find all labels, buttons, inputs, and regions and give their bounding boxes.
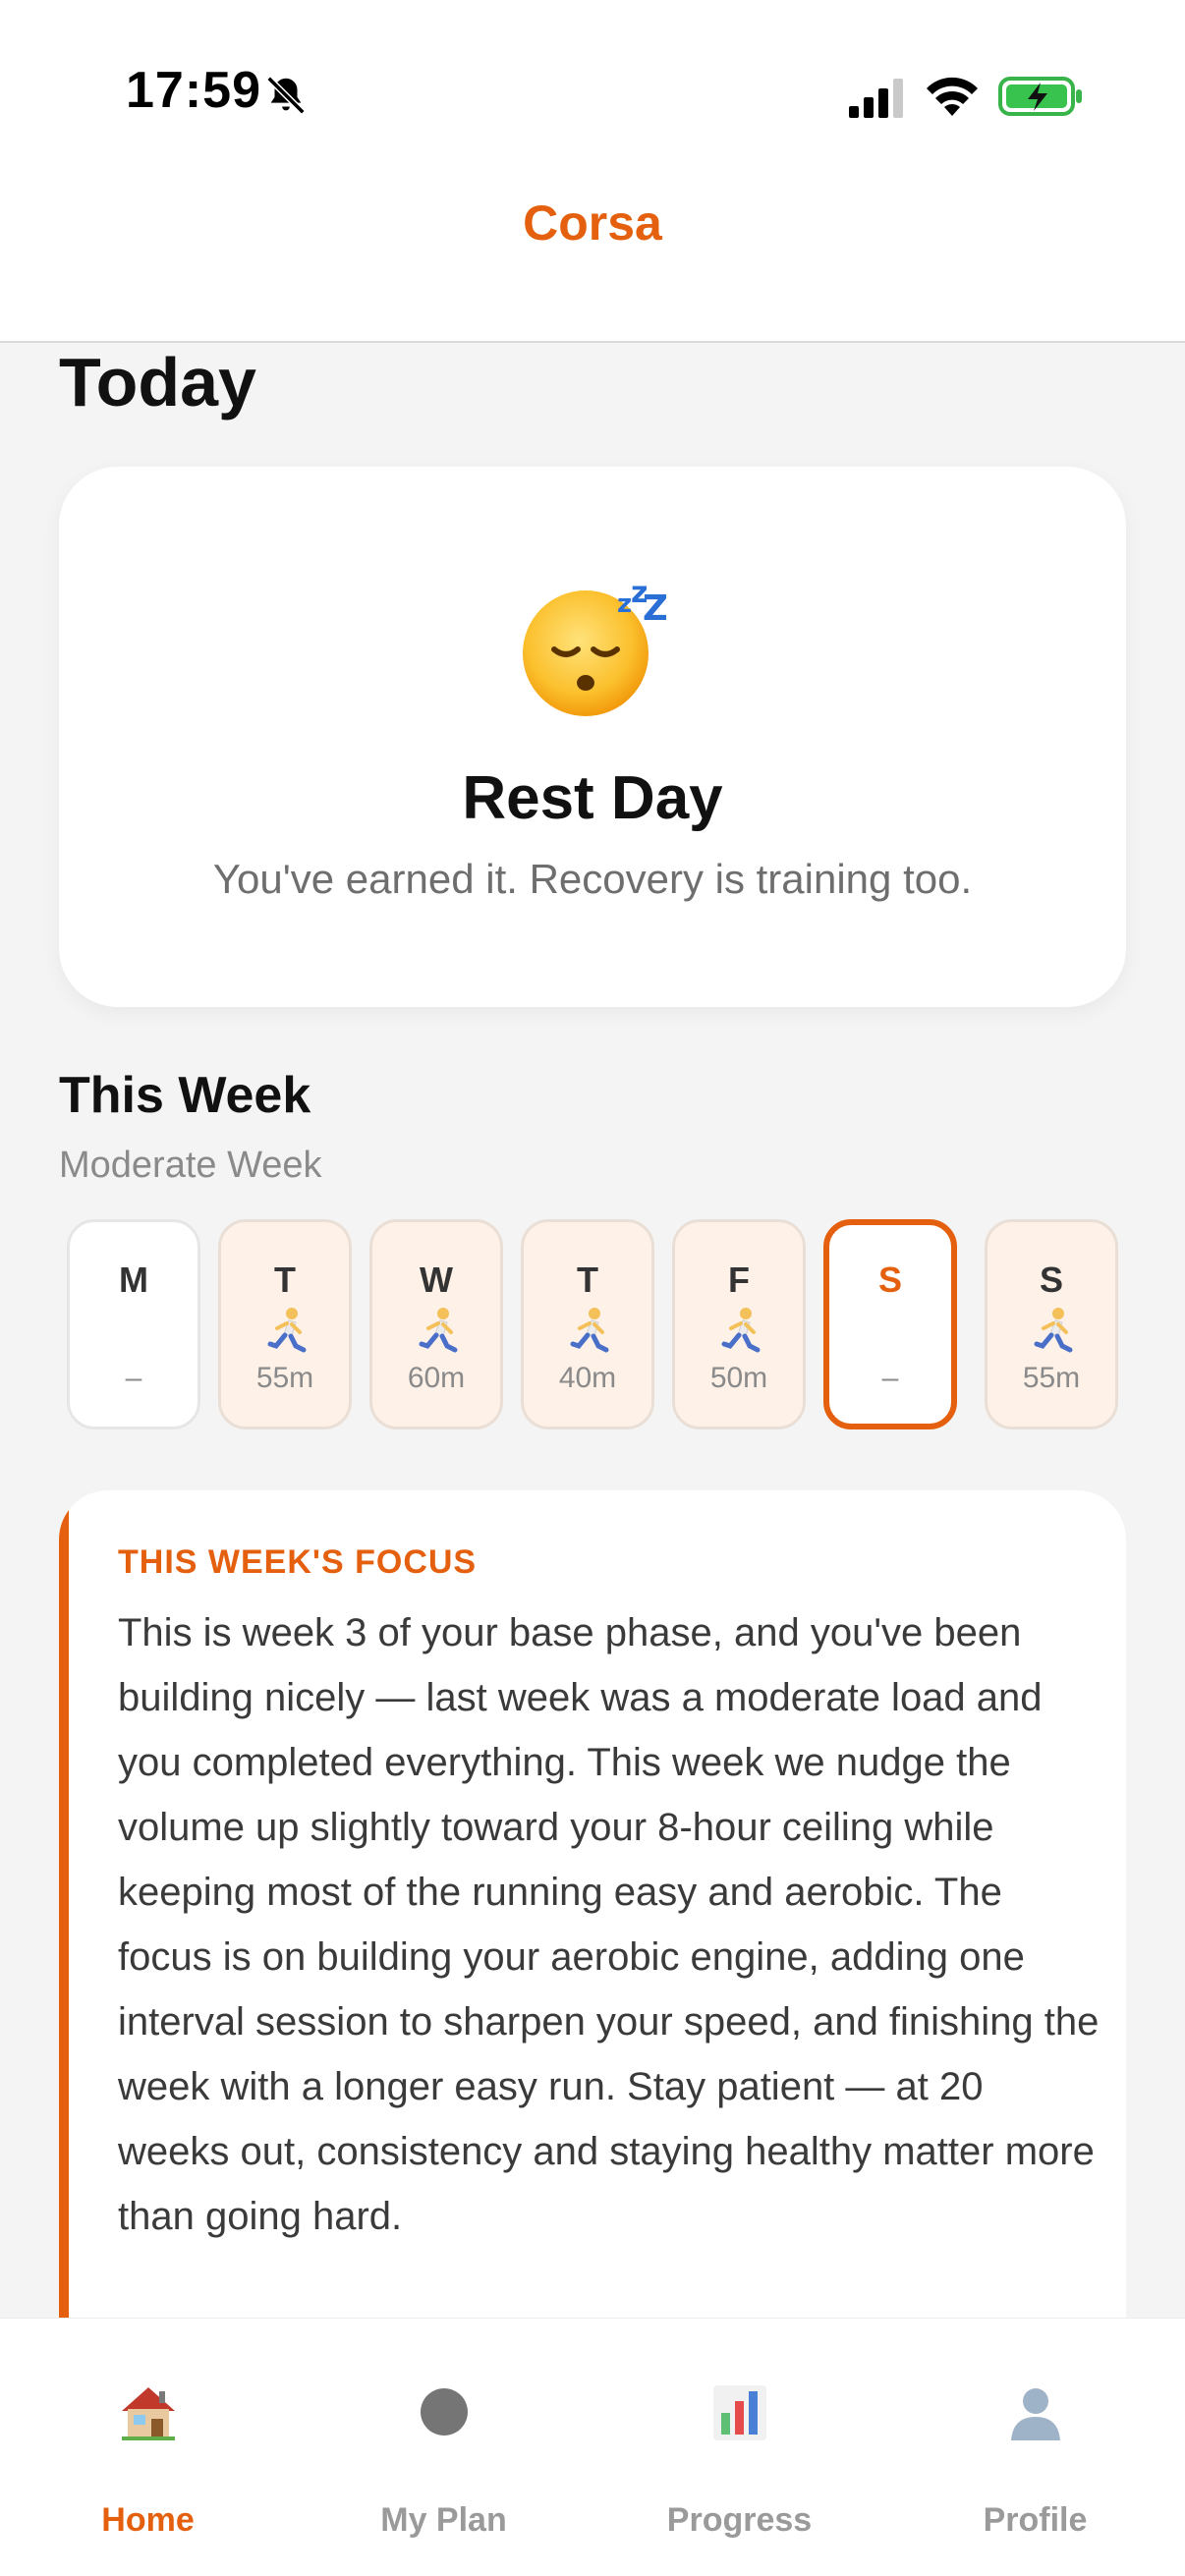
- wifi-icon: [927, 77, 978, 116]
- tab-home[interactable]: Home: [0, 2319, 296, 2576]
- bar-chart-icon: [713, 2385, 766, 2440]
- tab-progress[interactable]: Progress: [592, 2319, 887, 2576]
- day-tuesday[interactable]: T 55m: [218, 1219, 352, 1429]
- day-duration: 40m: [558, 1362, 617, 1394]
- focus-label: THIS WEEK'S FOCUS: [118, 1543, 478, 1581]
- runner-icon: [419, 1308, 458, 1353]
- day-thursday[interactable]: T 40m: [521, 1219, 654, 1429]
- tab-label: My Plan: [380, 2501, 507, 2539]
- house-icon: [122, 2387, 175, 2440]
- day-letter: S: [1039, 1260, 1063, 1300]
- runner-icon: [721, 1308, 761, 1353]
- battery-charging-icon: [998, 77, 1082, 116]
- tab-my-plan[interactable]: My Plan: [296, 2319, 592, 2576]
- day-duration: 60m: [407, 1362, 466, 1394]
- nav-header: Corsa: [0, 196, 1185, 343]
- svg-text:z: z: [617, 589, 632, 619]
- day-letter: T: [577, 1260, 598, 1300]
- home-scroll-content[interactable]: Today z z Z Rest Day You've earned it. R…: [0, 343, 1185, 2318]
- tab-label: Profile: [983, 2501, 1088, 2539]
- status-bar: 17:59: [0, 0, 1185, 196]
- day-letter: S: [877, 1260, 902, 1300]
- day-duration: –: [881, 1362, 899, 1394]
- week-day-strip: M – T 55m W 60m T 40m F 50m S – S 55m: [67, 1219, 1118, 1431]
- day-duration: 50m: [709, 1362, 768, 1394]
- day-letter: T: [274, 1260, 296, 1300]
- focus-text: This is week 3 of your base phase, and y…: [118, 1611, 1100, 2238]
- sleeping-face-icon: z z Z: [523, 576, 666, 716]
- today-rest-card[interactable]: z z Z Rest Day You've earned it. Recover…: [59, 467, 1126, 1007]
- day-letter: W: [420, 1260, 453, 1300]
- page-title: Today: [59, 344, 256, 420]
- tab-bar: Home My Plan Progress Profile: [0, 2318, 1185, 2576]
- day-friday[interactable]: F 50m: [672, 1219, 806, 1429]
- focus-accent-bar: [59, 1490, 69, 2318]
- runner-icon: [570, 1308, 609, 1353]
- day-letter: F: [728, 1260, 750, 1300]
- day-duration: 55m: [255, 1362, 314, 1394]
- signal-icon: [849, 79, 903, 118]
- tab-profile[interactable]: Profile: [887, 2319, 1183, 2576]
- day-duration: –: [125, 1362, 142, 1394]
- app-title: Corsa: [523, 195, 662, 251]
- tab-label: Progress: [666, 2501, 813, 2539]
- rest-day-subtitle: You've earned it. Recovery is training t…: [212, 856, 973, 902]
- day-saturday-selected[interactable]: S –: [823, 1219, 957, 1429]
- runner-icon: [1034, 1308, 1073, 1353]
- week-subtitle: Moderate Week: [59, 1145, 322, 1186]
- weekly-focus-card: THIS WEEK'S FOCUS This is week 3 of your…: [59, 1490, 1126, 2318]
- day-wednesday[interactable]: W 60m: [369, 1219, 503, 1429]
- tab-label: Home: [101, 2501, 195, 2539]
- day-duration: 55m: [1022, 1362, 1081, 1394]
- rest-day-title: Rest Day: [462, 764, 723, 832]
- svg-text:Z: Z: [643, 588, 666, 629]
- person-silhouette-icon: [1011, 2388, 1060, 2440]
- bell-slash-icon: [266, 76, 306, 115]
- status-time: 17:59: [126, 62, 261, 119]
- day-sunday[interactable]: S 55m: [985, 1219, 1118, 1429]
- circle-icon: [421, 2388, 468, 2436]
- runner-icon: [267, 1308, 307, 1353]
- day-letter: M: [119, 1260, 148, 1300]
- day-monday[interactable]: M –: [67, 1219, 200, 1429]
- week-title: This Week: [59, 1067, 311, 1124]
